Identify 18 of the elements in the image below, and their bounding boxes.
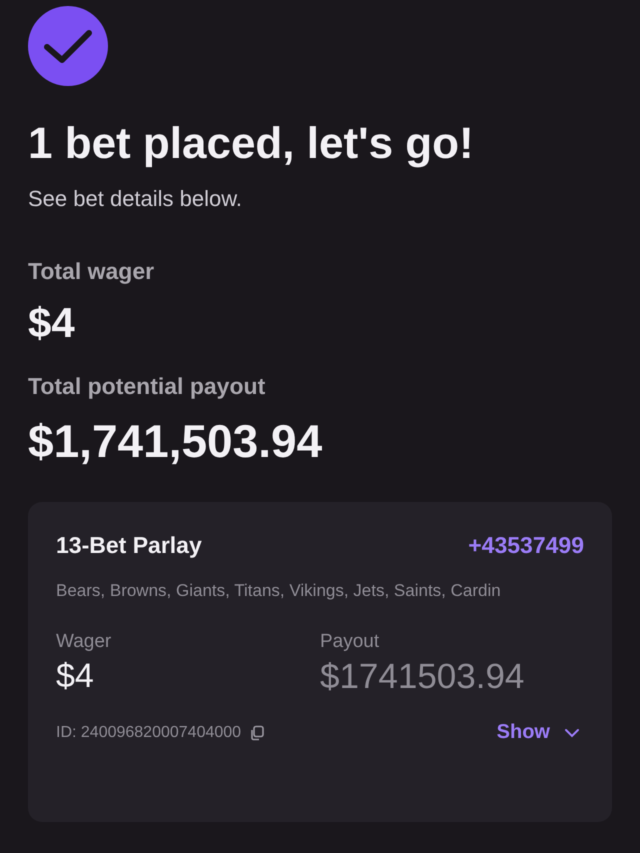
total-label: Total wager (28, 258, 156, 285)
bet-title: 13-Bet Parlay (56, 532, 202, 559)
team-list: Bears, Browns, Giants, Titans, Vikings, Jets, Saints, Cardin (56, 581, 584, 601)
total-value: $4 (28, 299, 76, 347)
show-button[interactable]: Show (496, 721, 584, 744)
copy-icon[interactable] (249, 724, 266, 740)
bet-odds: +43537499 (468, 532, 584, 559)
confirmation-subtitle: See bet details below. (28, 186, 244, 212)
chevron-down-icon (564, 728, 580, 738)
amount-value: $4 (56, 657, 95, 696)
confirmation-title: 1 bet placed, let's go! (28, 118, 475, 170)
bet-id: ID: 240096820007404000 (56, 724, 242, 742)
amount-label: Wager (56, 631, 112, 653)
amount-value: $1741503.94 (320, 657, 526, 697)
amount-label: Payout (320, 631, 380, 653)
checkmark-icon (28, 6, 108, 86)
total-value: $1,741,503.94 (28, 414, 324, 468)
total-label: Total potential payout (28, 373, 266, 400)
